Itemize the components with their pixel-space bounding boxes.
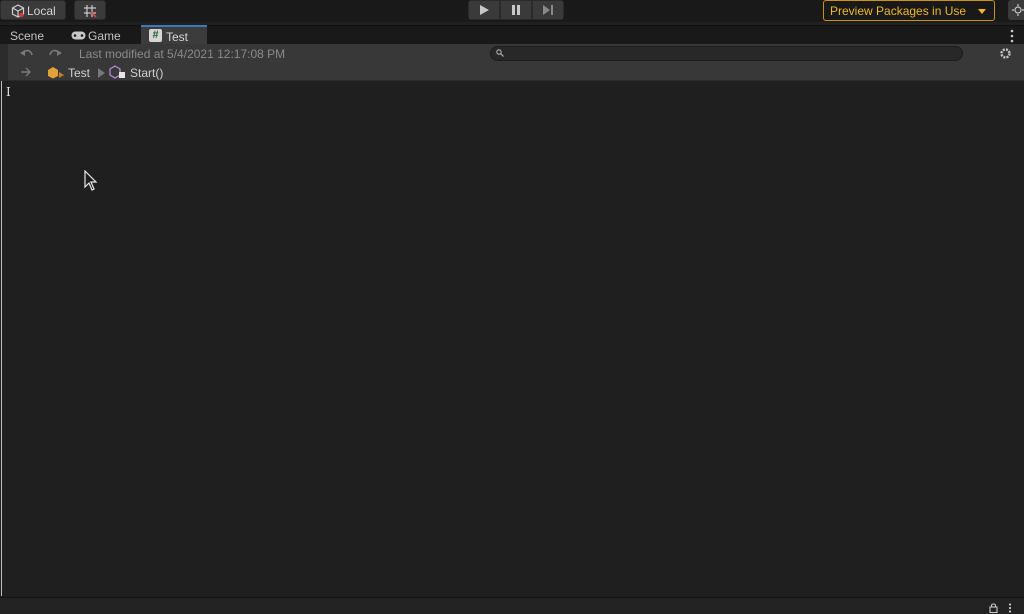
lock-icon[interactable]	[989, 603, 998, 613]
tab-scene-label: Scene	[10, 29, 45, 43]
editor-header: Last modified at 5/4/2021 12:17:08 PM Te…	[0, 44, 1024, 81]
play-button[interactable]	[468, 0, 500, 20]
step-icon	[543, 5, 553, 15]
last-modified-text: Last modified at 5/4/2021 12:17:08 PM	[79, 47, 286, 61]
gamepad-icon	[71, 31, 86, 40]
local-button[interactable]: Local	[0, 0, 66, 20]
undo-icon[interactable]	[20, 49, 34, 59]
script-hash-icon: #	[149, 29, 162, 42]
method-icon	[109, 65, 125, 79]
more-options-icon[interactable]	[1010, 29, 1014, 43]
class-icon	[48, 67, 64, 79]
tab-bar: Scene Game # Test	[0, 25, 1024, 45]
preview-packages-button[interactable]: Preview Packages in Use	[823, 0, 995, 21]
layers-button[interactable]	[1008, 0, 1024, 20]
gear-icon[interactable]	[999, 47, 1012, 60]
step-button[interactable]	[532, 0, 564, 20]
breadcrumb-method[interactable]: Start()	[130, 66, 163, 80]
local-label: Local	[27, 4, 56, 18]
grid-icon	[84, 5, 97, 18]
text-cursor-icon: I	[6, 85, 11, 99]
layers-icon	[1012, 4, 1024, 16]
redo-icon[interactable]	[48, 49, 62, 59]
tab-scene[interactable]: Scene	[0, 26, 64, 45]
tab-game[interactable]: Game	[66, 26, 138, 45]
play-icon	[480, 5, 489, 15]
cube-icon	[11, 4, 25, 18]
tab-test-label: Test	[166, 30, 189, 44]
grid-snap-button[interactable]	[74, 0, 106, 20]
code-editor-area[interactable]	[0, 81, 1024, 597]
navigate-forward-icon[interactable]	[20, 67, 32, 77]
tab-test[interactable]: # Test	[141, 25, 207, 45]
search-input[interactable]	[490, 46, 963, 61]
more-options-icon[interactable]	[1008, 603, 1012, 613]
main-toolbar: Local Preview Packages in Use	[0, 0, 1024, 22]
editor-left-border	[1, 81, 2, 596]
gutter-strip	[0, 44, 8, 80]
chevron-down-icon	[978, 9, 986, 14]
pause-button[interactable]	[500, 0, 532, 20]
breadcrumb-separator-icon	[98, 68, 105, 78]
breadcrumb-class[interactable]: Test	[68, 66, 90, 80]
tab-game-label: Game	[88, 29, 121, 43]
preview-packages-label: Preview Packages in Use	[830, 4, 967, 18]
pause-icon	[512, 5, 520, 15]
mouse-pointer-icon	[84, 170, 98, 191]
status-bar	[0, 597, 1024, 614]
search-icon	[496, 49, 504, 57]
